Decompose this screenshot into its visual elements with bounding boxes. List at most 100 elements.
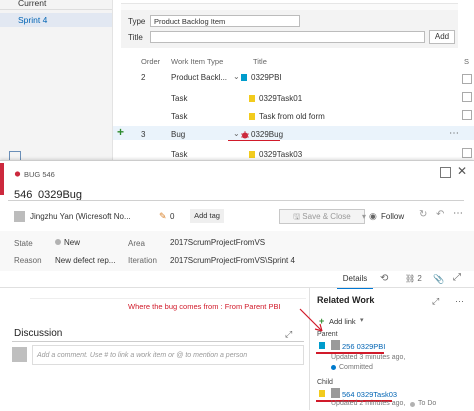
area-label: Area bbox=[128, 239, 145, 248]
links-count: 2 bbox=[417, 274, 422, 283]
task-icon bbox=[249, 113, 255, 120]
collapse-chevron-icon[interactable]: ⌄ bbox=[233, 129, 240, 138]
row-type: Task bbox=[171, 112, 188, 121]
team-icon bbox=[9, 151, 21, 160]
reason-value[interactable]: New defect rep... bbox=[55, 256, 115, 265]
row-title-link[interactable]: 0329Task03 bbox=[259, 150, 302, 159]
expand-icon[interactable]: ⤢ bbox=[453, 272, 461, 283]
attachment-icon[interactable]: 📎 bbox=[433, 274, 444, 285]
column-header-more: S bbox=[464, 57, 470, 66]
expand-related-icon[interactable]: ⤢ bbox=[432, 296, 439, 307]
child-updated: Updated 2 minutes ago, bbox=[331, 400, 406, 407]
tabs-divider bbox=[0, 287, 474, 288]
side-panel-icon[interactable] bbox=[462, 92, 472, 102]
state-dot-icon bbox=[331, 365, 336, 370]
comment-icon: ✎ bbox=[159, 211, 167, 221]
area-value[interactable]: 2017ScrumProjectFromVS bbox=[170, 238, 265, 247]
parent-state: Committed bbox=[339, 364, 373, 371]
row-order: 3 bbox=[141, 130, 146, 139]
child-state: To Do bbox=[418, 400, 437, 407]
add-link-chevron-icon[interactable]: ▾ bbox=[360, 316, 364, 324]
title-input[interactable] bbox=[150, 31, 425, 43]
row-title-link[interactable]: 0329PBI bbox=[251, 73, 282, 82]
type-select[interactable]: Product Backlog Item bbox=[150, 15, 300, 27]
maximize-icon[interactable] bbox=[440, 167, 451, 178]
follow-button[interactable]: Follow bbox=[381, 212, 404, 221]
child-item-link[interactable]: 564 0329Task03 bbox=[342, 390, 397, 399]
comment-input[interactable]: Add a comment. Use # to link a work item… bbox=[32, 345, 304, 365]
row-more-icon[interactable]: ⋯ bbox=[449, 128, 459, 139]
assigned-to[interactable]: Jingzhu Yan (Wicresoft No... bbox=[30, 212, 131, 221]
parent-updated: Updated 3 minutes ago, bbox=[331, 354, 406, 361]
iteration-value[interactable]: 2017ScrumProjectFromVS\Sprint 4 bbox=[170, 256, 295, 265]
annotation-underline bbox=[228, 140, 280, 141]
add-child-plus-icon[interactable]: + bbox=[117, 126, 124, 138]
avatar bbox=[14, 211, 25, 222]
more-actions-icon[interactable]: ⋯ bbox=[453, 208, 463, 219]
add-button[interactable]: Add bbox=[429, 30, 455, 44]
sidebar: Current Sprint 4 bbox=[0, 0, 113, 160]
row-title-link[interactable]: 0329Task01 bbox=[259, 94, 302, 103]
annotation-note: Where the bug comes from : From Parent P… bbox=[128, 302, 281, 311]
pbi-icon bbox=[241, 74, 247, 81]
add-link-button[interactable]: Add link bbox=[329, 317, 356, 326]
reason-label: Reason bbox=[14, 256, 42, 265]
avatar bbox=[331, 340, 340, 350]
row-type: Task bbox=[171, 94, 188, 103]
state-dot-icon bbox=[410, 402, 415, 407]
title-divider bbox=[8, 200, 464, 201]
title-label: Title bbox=[128, 33, 143, 42]
links-tab[interactable]: ⛓ 2 bbox=[405, 274, 422, 283]
parent-item-link[interactable]: 256 0329PBI bbox=[342, 342, 385, 351]
save-close-button[interactable]: 🖫 Save & Close bbox=[279, 209, 365, 224]
undo-icon[interactable]: ↶ bbox=[436, 209, 444, 220]
comments-count: 0 bbox=[170, 212, 175, 221]
row-type: Product Backl... bbox=[171, 73, 228, 82]
side-panel-icon[interactable] bbox=[462, 110, 472, 120]
work-item-type-badge: BUG 546 bbox=[24, 170, 55, 179]
bug-icon bbox=[14, 170, 21, 177]
row-order: 2 bbox=[141, 73, 146, 82]
related-work-heading: Related Work bbox=[317, 295, 375, 305]
row-type: Task bbox=[171, 150, 188, 159]
task-icon bbox=[249, 151, 255, 158]
state-label: State bbox=[14, 239, 33, 248]
column-header-work-item-type[interactable]: Work Item Type bbox=[171, 57, 223, 66]
state-value[interactable]: New bbox=[64, 238, 80, 247]
row-title-link[interactable]: 0329Bug bbox=[251, 130, 283, 139]
column-header-title[interactable]: Title bbox=[253, 57, 267, 66]
bug-icon bbox=[241, 131, 249, 139]
save-icon: 🖫 bbox=[293, 212, 303, 221]
backlog-toolbar-strip bbox=[121, 3, 458, 10]
separator bbox=[30, 298, 306, 299]
history-icon[interactable]: ⟲ bbox=[380, 273, 388, 284]
follow-eye-icon: ◉ bbox=[369, 211, 377, 221]
save-dropdown-chevron-icon[interactable]: ▾ bbox=[362, 212, 366, 221]
column-header-order[interactable]: Order bbox=[141, 57, 160, 66]
task-icon bbox=[319, 390, 325, 397]
save-close-label: Save & Close bbox=[302, 212, 351, 221]
selected-row-highlight bbox=[113, 126, 474, 140]
child-label: Child bbox=[317, 379, 333, 386]
parent-label: Parent bbox=[317, 331, 338, 338]
sidebar-item-sprint-4[interactable]: Sprint 4 bbox=[0, 13, 112, 27]
collapse-chevron-icon[interactable]: ⌄ bbox=[233, 72, 240, 81]
bug-type-bar bbox=[0, 163, 4, 195]
task-icon bbox=[249, 95, 255, 102]
expand-discussion-icon[interactable]: ⤢ bbox=[285, 329, 292, 340]
side-panel-icon[interactable] bbox=[462, 74, 472, 84]
add-tag-button[interactable]: Add tag bbox=[190, 209, 224, 223]
pbi-icon bbox=[319, 342, 325, 349]
type-select-value: Product Backlog Item bbox=[154, 17, 226, 26]
discussion-divider bbox=[12, 341, 304, 342]
sidebar-divider bbox=[0, 9, 112, 10]
link-icon: ⛓ bbox=[405, 274, 418, 283]
row-title-link[interactable]: Task from old form bbox=[259, 112, 325, 121]
avatar bbox=[12, 347, 27, 362]
fields-strip bbox=[0, 231, 474, 271]
refresh-icon[interactable]: ↻ bbox=[419, 209, 427, 220]
side-panel-icon[interactable] bbox=[462, 148, 472, 158]
related-more-icon[interactable]: ⋯ bbox=[455, 296, 464, 307]
discussion-heading: Discussion bbox=[14, 328, 63, 339]
close-icon[interactable]: ✕ bbox=[457, 164, 467, 178]
